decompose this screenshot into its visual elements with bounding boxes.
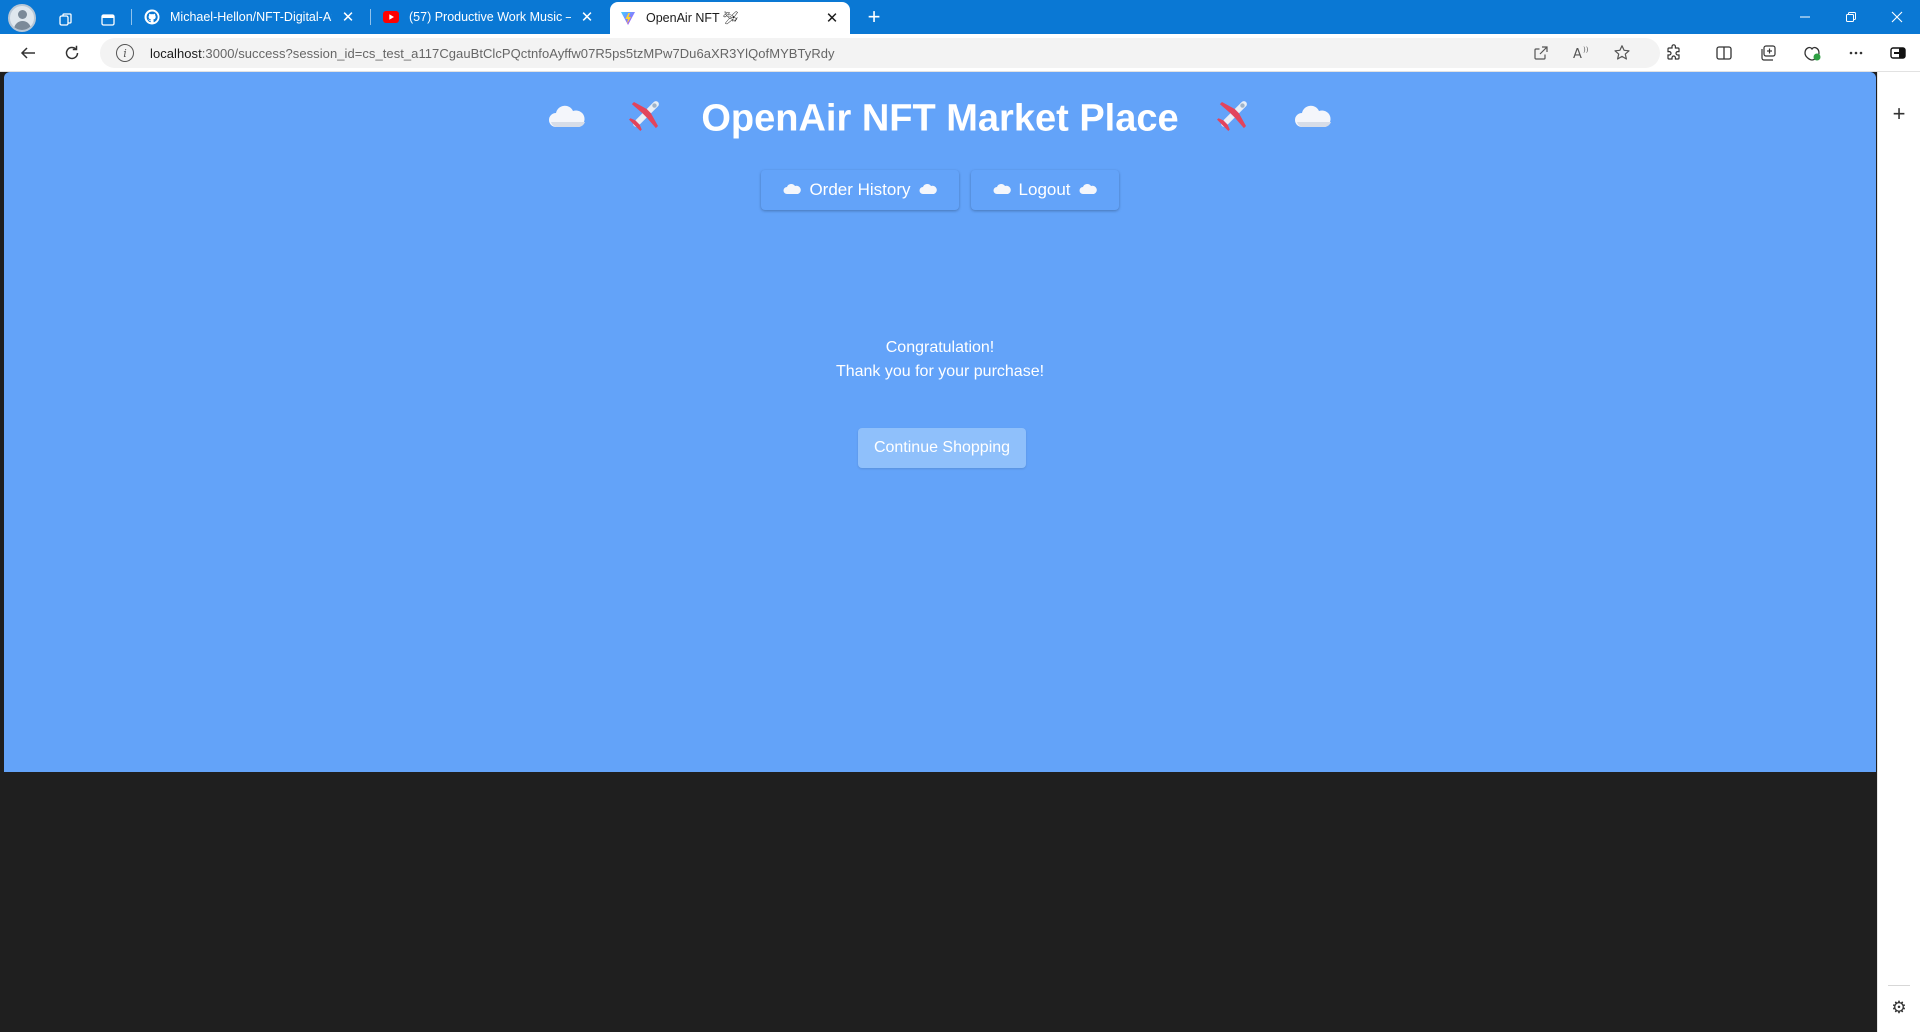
svg-text:A: A: [1573, 47, 1582, 61]
thank-you-text: Thank you for your purchase!: [835, 363, 1045, 380]
order-history-label: Order History: [809, 180, 911, 199]
cloud-icon: [1079, 180, 1097, 200]
site-info-icon[interactable]: i: [116, 44, 134, 62]
cloud-icon: [547, 98, 587, 141]
tab-youtube[interactable]: (57) Productive Work Music — De ✕: [373, 0, 605, 34]
cloud-icon: [1293, 98, 1333, 141]
airplane-icon: [626, 94, 666, 144]
logout-button[interactable]: Logout: [970, 170, 1119, 210]
profile-avatar-icon[interactable]: [8, 4, 36, 32]
browser-essentials-icon[interactable]: [1798, 39, 1826, 67]
page-title: OpenAir NFT Market Place: [4, 94, 1876, 144]
vite-icon: [620, 10, 636, 26]
github-icon: [144, 9, 160, 25]
extensions-icon[interactable]: [1660, 39, 1688, 67]
youtube-icon: [383, 9, 399, 25]
tab-github[interactable]: Michael-Hellon/NFT-Digital-Art-M ✕: [134, 0, 366, 34]
gear-icon[interactable]: ⚙: [1889, 998, 1909, 1018]
continue-shopping-button[interactable]: Continue Shopping: [858, 428, 1026, 468]
tab-title: (57) Productive Work Music — De: [409, 10, 571, 24]
address-bar[interactable]: i localhost:3000/success?session_id=cs_t…: [100, 38, 1660, 68]
browser-tab-strip: Michael-Hellon/NFT-Digital-Art-M ✕ (57) …: [0, 0, 1920, 34]
success-page: OpenAir NFT Market Place Order History L…: [4, 72, 1876, 772]
top-nav: Order History Logout: [4, 170, 1876, 210]
workspaces-icon[interactable]: [52, 6, 80, 34]
open-in-app-icon[interactable]: [1527, 39, 1555, 67]
address-url: localhost:3000/success?session_id=cs_tes…: [150, 45, 835, 61]
success-message: Congratulation! Thank you for your purch…: [4, 336, 1876, 384]
airplane-icon: [1214, 94, 1254, 144]
tab-title: Michael-Hellon/NFT-Digital-Art-M: [170, 10, 332, 24]
close-window-icon[interactable]: [1874, 0, 1920, 34]
tab-title: OpenAir NFT 🛩: [646, 10, 739, 25]
back-arrow-icon[interactable]: [14, 39, 42, 67]
congratulation-text: Congratulation!: [885, 339, 995, 356]
order-history-button[interactable]: Order History: [761, 170, 959, 210]
sidebar-divider: [1888, 985, 1910, 986]
add-sidebar-app-icon[interactable]: +: [1889, 101, 1909, 126]
favorite-star-icon[interactable]: [1608, 39, 1636, 67]
svg-text:)): )): [1583, 46, 1589, 54]
sidebar-toggle-icon[interactable]: [1884, 39, 1912, 67]
tab-openair-nft[interactable]: OpenAir NFT 🛩 ✕: [610, 2, 850, 34]
read-aloud-icon[interactable]: A)): [1568, 39, 1596, 67]
vertical-tabs-icon[interactable]: [94, 6, 122, 34]
page-title-text: OpenAir NFT Market Place: [701, 97, 1179, 140]
browser-toolbar: i localhost:3000/success?session_id=cs_t…: [0, 34, 1920, 72]
cloud-icon: [783, 180, 802, 200]
page-viewport: OpenAir NFT Market Place Order History L…: [4, 72, 1876, 1030]
split-screen-icon[interactable]: [1710, 39, 1738, 67]
minimize-icon[interactable]: [1782, 0, 1828, 34]
cloud-icon: [919, 180, 937, 200]
refresh-icon[interactable]: [58, 39, 86, 67]
empty-page-area: [4, 772, 1876, 1030]
restore-icon[interactable]: [1828, 0, 1874, 34]
more-options-icon[interactable]: [1842, 39, 1870, 67]
logout-label: Logout: [1018, 180, 1071, 199]
new-tab-button[interactable]: +: [860, 3, 888, 31]
cloud-icon: [993, 180, 1011, 200]
close-tab-icon[interactable]: ✕: [340, 8, 356, 26]
close-tab-icon[interactable]: ✕: [579, 8, 595, 26]
collections-icon[interactable]: [1754, 39, 1782, 67]
edge-sidebar: + ⚙: [1877, 72, 1920, 1032]
close-tab-icon[interactable]: ✕: [824, 9, 840, 27]
